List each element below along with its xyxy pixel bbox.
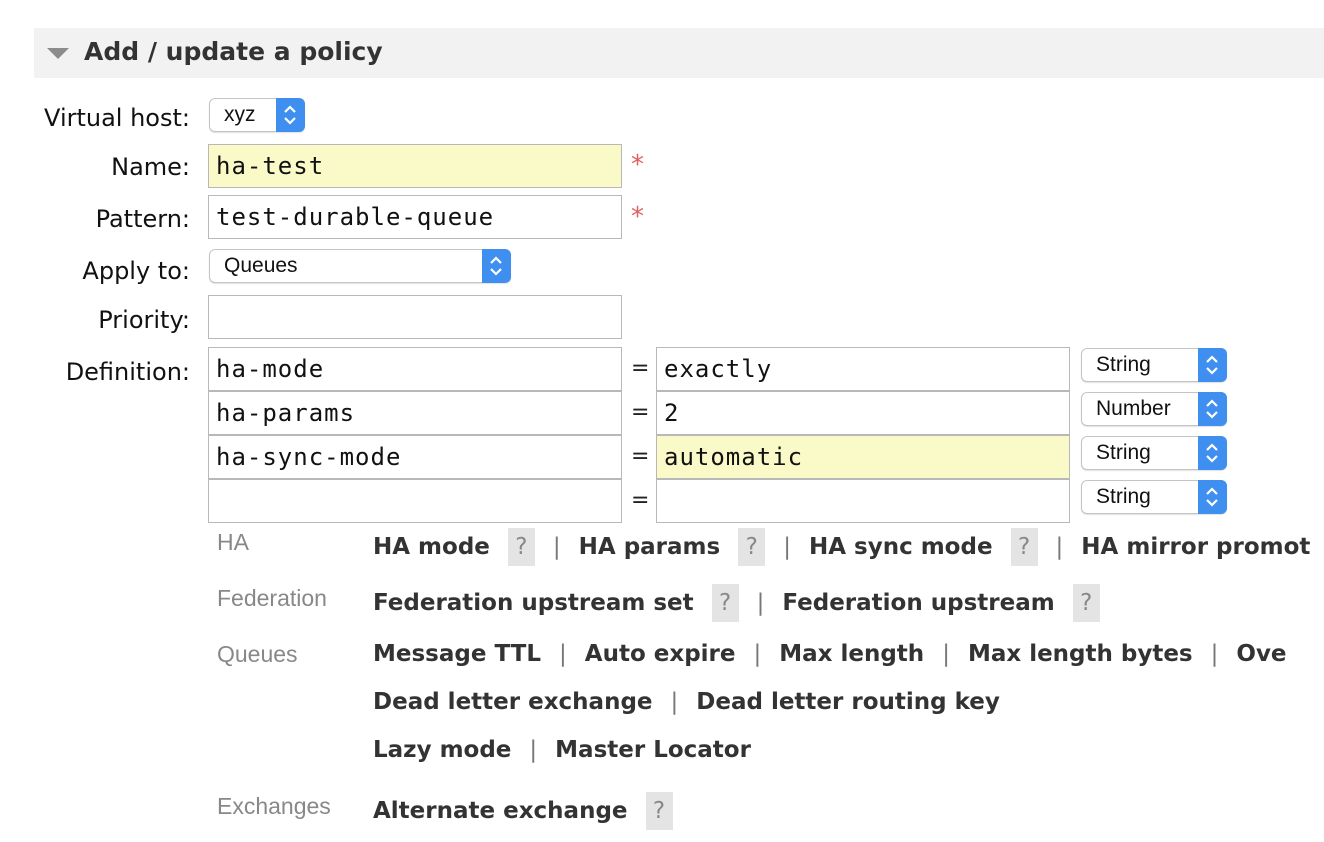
help-question-icon[interactable]: ? (507, 528, 535, 566)
link-separator: | (552, 534, 561, 560)
select-stepper-icon (1198, 392, 1227, 426)
definition-key-input[interactable]: ha-params (208, 391, 622, 435)
name-input[interactable]: ha-test (208, 144, 622, 188)
help-link-federation-upstream[interactable]: Federation upstream (782, 590, 1054, 616)
link-separator: | (1210, 640, 1219, 667)
definition-equals: = (631, 356, 650, 381)
definition-type-select[interactable]: String (1081, 480, 1227, 514)
link-separator: | (783, 534, 791, 560)
help-link-auto-expire[interactable]: Auto expire (585, 641, 736, 667)
help-category-federation: Federation (217, 585, 327, 611)
help-question-icon[interactable]: ? (645, 792, 673, 830)
definition-value-input[interactable]: 2 (656, 391, 1070, 435)
apply-to-select[interactable]: Queues (209, 249, 511, 283)
priority-label: Priority: (98, 306, 190, 334)
definition-label: Definition: (65, 358, 190, 386)
help-row-ha: HA mode? | HA params? | HA sync mode? | HA mir… (373, 528, 1310, 568)
link-separator: | (559, 640, 567, 667)
definition-type-select[interactable]: Number (1081, 392, 1227, 426)
apply-to-label: Apply to: (82, 257, 190, 285)
help-row-queues-1: Message TTL | Auto expire | Max length | Max l… (373, 640, 1287, 680)
select-stepper-icon (1198, 348, 1227, 382)
help-link-alternate-exchange[interactable]: Alternate exchange (373, 798, 628, 824)
definition-value-input[interactable] (656, 479, 1070, 523)
help-row-federation: Federation upstream set? | Federation upst… (373, 584, 1100, 624)
help-question-icon[interactable]: ? (711, 584, 739, 622)
priority-input[interactable] (208, 295, 622, 339)
definition-type-value: String (1096, 353, 1151, 376)
help-row-queues-2: Dead letter exchange | Dead letter routing… (373, 688, 1000, 728)
name-label: Name: (111, 153, 190, 181)
help-link-max-length[interactable]: Max length (779, 641, 924, 667)
help-link-max-length-bytes[interactable]: Max length bytes (968, 641, 1193, 667)
link-separator: | (942, 640, 950, 667)
definition-type-value: String (1096, 441, 1151, 464)
definition-value-input[interactable]: exactly (656, 347, 1070, 391)
help-question-icon[interactable]: ? (1072, 584, 1100, 622)
vhost-select-value: xyz (224, 103, 256, 126)
link-separator: | (529, 736, 538, 763)
help-link-ha-params[interactable]: HA params (579, 534, 721, 560)
definition-value-input[interactable]: automatic (656, 435, 1070, 479)
link-separator: | (756, 590, 765, 616)
vhost-label: Virtual host: (44, 104, 190, 132)
help-row-exchanges: Alternate exchange? (373, 792, 673, 832)
link-separator: | (670, 688, 679, 715)
help-category-queues: Queues (217, 641, 298, 667)
section-header[interactable]: Add / update a policy (34, 28, 1324, 78)
definition-type-select[interactable]: String (1081, 436, 1227, 470)
select-stepper-icon (1198, 436, 1227, 470)
definition-equals: = (631, 444, 650, 469)
definition-type-value: Number (1096, 397, 1171, 420)
help-link-dead-letter-routing-key[interactable]: Dead letter routing key (696, 689, 1000, 715)
select-stepper-icon (1198, 480, 1227, 514)
help-link-master-locator[interactable]: Master Locator (555, 737, 751, 763)
collapse-triangle-icon[interactable] (47, 48, 69, 59)
definition-equals: = (631, 400, 650, 425)
help-row-queues-3: Lazy mode | Master Locator (373, 736, 751, 776)
name-required-mark: * (631, 150, 644, 180)
link-separator: | (1055, 534, 1064, 560)
select-stepper-icon (276, 98, 305, 132)
pattern-required-mark: * (631, 202, 644, 232)
help-link-message-ttl[interactable]: Message TTL (373, 641, 541, 667)
definition-type-value: String (1096, 485, 1151, 508)
help-link-overflow[interactable]: Ove (1236, 641, 1286, 667)
vhost-select[interactable]: xyz (209, 98, 305, 132)
section-title: Add / update a policy (84, 37, 383, 66)
help-link-lazy-mode[interactable]: Lazy mode (373, 737, 511, 763)
help-link-ha-sync-mode[interactable]: HA sync mode (809, 534, 993, 560)
help-link-federation-upstream-set[interactable]: Federation upstream set (373, 590, 694, 616)
help-question-icon[interactable]: ? (1010, 528, 1038, 566)
pattern-label: Pattern: (95, 205, 190, 233)
help-question-icon[interactable]: ? (738, 528, 766, 566)
definition-key-input[interactable]: ha-mode (208, 347, 622, 391)
help-category-exchanges: Exchanges (217, 793, 331, 819)
link-separator: | (753, 640, 762, 667)
help-link-ha-mode[interactable]: HA mode (373, 534, 490, 560)
definition-type-select[interactable]: String (1081, 348, 1227, 382)
help-category-ha: HA (217, 529, 249, 555)
definition-key-input[interactable] (208, 479, 622, 523)
help-link-dead-letter-exchange[interactable]: Dead letter exchange (373, 689, 653, 715)
pattern-input[interactable]: test-durable-queue (208, 195, 622, 239)
definition-key-input[interactable]: ha-sync-mode (208, 435, 622, 479)
help-link-ha-mirror-promotion[interactable]: HA mirror promot (1081, 534, 1310, 560)
apply-to-select-value: Queues (224, 254, 298, 277)
definition-equals: = (631, 488, 650, 513)
select-stepper-icon (482, 249, 511, 283)
